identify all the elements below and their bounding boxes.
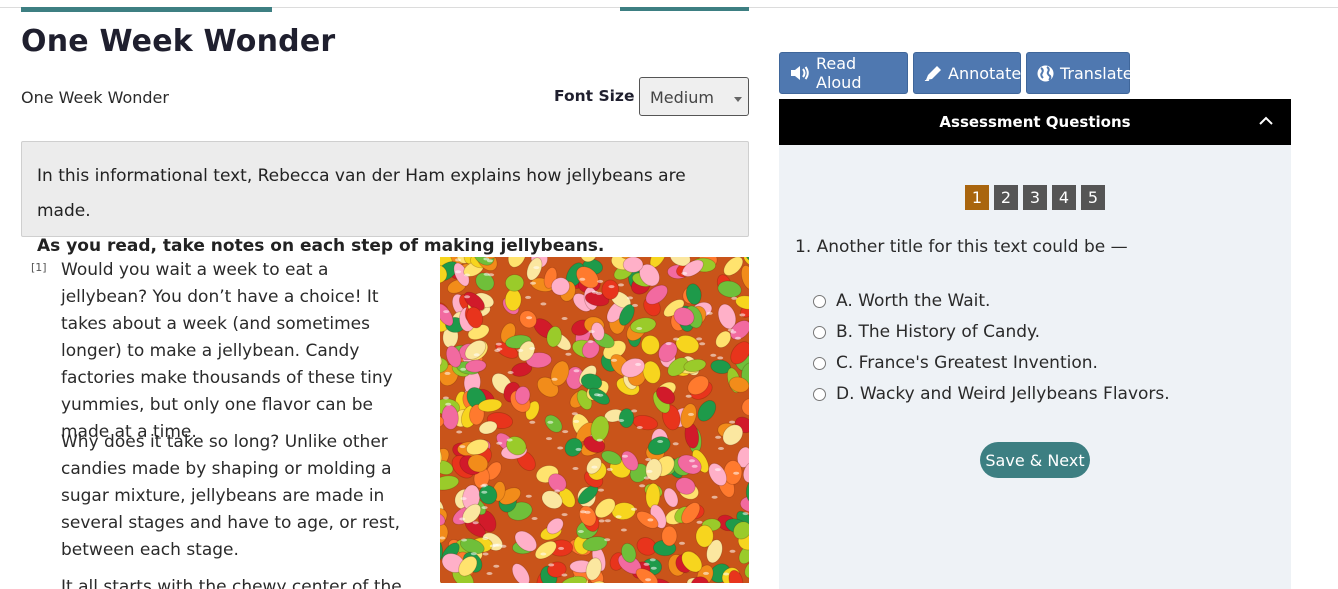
- annotate-button[interactable]: Annotate: [913, 52, 1021, 94]
- question-5-button[interactable]: 5: [1081, 185, 1105, 210]
- font-size-value: Medium: [650, 88, 714, 107]
- radio-button[interactable]: [813, 356, 826, 370]
- page-subtitle: One Week Wonder: [21, 88, 169, 107]
- answer-choice-a[interactable]: A. Worth the Wait.: [813, 291, 990, 311]
- question-3-button[interactable]: 3: [1023, 185, 1047, 210]
- radio-button[interactable]: [813, 325, 826, 339]
- answer-choice-b[interactable]: B. The History of Candy.: [813, 322, 1040, 342]
- tab-indicator-right: [620, 7, 749, 11]
- article-paragraph: Why does it take so long? Unlike other c…: [61, 432, 401, 560]
- font-size-select[interactable]: Medium: [639, 77, 749, 116]
- tab-indicator-left: [21, 7, 272, 12]
- page-title: One Week Wonder: [21, 24, 336, 59]
- chevron-up-icon[interactable]: [1259, 113, 1273, 129]
- choice-label: D. Wacky and Weird Jellybeans Flavors.: [836, 384, 1170, 404]
- translate-label: Translate: [1060, 63, 1133, 83]
- annotate-label: Annotate: [948, 63, 1022, 83]
- speaker-icon: [791, 66, 809, 80]
- article-paragraph: It all starts with the chewy center of t…: [61, 577, 402, 589]
- globe-icon: [1037, 65, 1054, 81]
- paragraph-number: [1]: [31, 261, 47, 274]
- assessment-header[interactable]: Assessment Questions: [779, 99, 1291, 145]
- radio-button[interactable]: [813, 294, 826, 308]
- intro-text: In this informational text, Rebecca van …: [37, 166, 686, 221]
- question-1-button[interactable]: 1: [965, 185, 989, 210]
- answer-choice-c[interactable]: C. France's Greatest Invention.: [813, 353, 1098, 373]
- assessment-title: Assessment Questions: [939, 113, 1131, 131]
- radio-button[interactable]: [813, 387, 826, 401]
- jellybeans-image: [440, 257, 749, 583]
- choice-label: C. France's Greatest Invention.: [836, 353, 1098, 373]
- question-4-button[interactable]: 4: [1052, 185, 1076, 210]
- read-aloud-label: Read Aloud: [816, 54, 862, 92]
- read-aloud-button[interactable]: Read Aloud: [779, 52, 908, 94]
- intro-box: In this informational text, Rebecca van …: [21, 141, 749, 256]
- choice-label: B. The History of Candy.: [836, 322, 1041, 342]
- choice-label: A. Worth the Wait.: [836, 291, 991, 311]
- article-paragraph: Would you wait a week to eat a jellybean…: [61, 260, 393, 442]
- pen-icon: [924, 66, 941, 81]
- question-text: 1. Another title for this text could be …: [795, 237, 1128, 257]
- answer-choice-d[interactable]: D. Wacky and Weird Jellybeans Flavors.: [813, 384, 1170, 404]
- save-next-button[interactable]: Save & Next: [980, 442, 1090, 478]
- caret-down-icon: [734, 97, 742, 102]
- translate-button[interactable]: Translate: [1026, 52, 1133, 94]
- question-navigator: 1 2 3 4 5: [965, 185, 1105, 210]
- font-size-label: Font Size: [554, 87, 635, 105]
- question-2-button[interactable]: 2: [994, 185, 1018, 210]
